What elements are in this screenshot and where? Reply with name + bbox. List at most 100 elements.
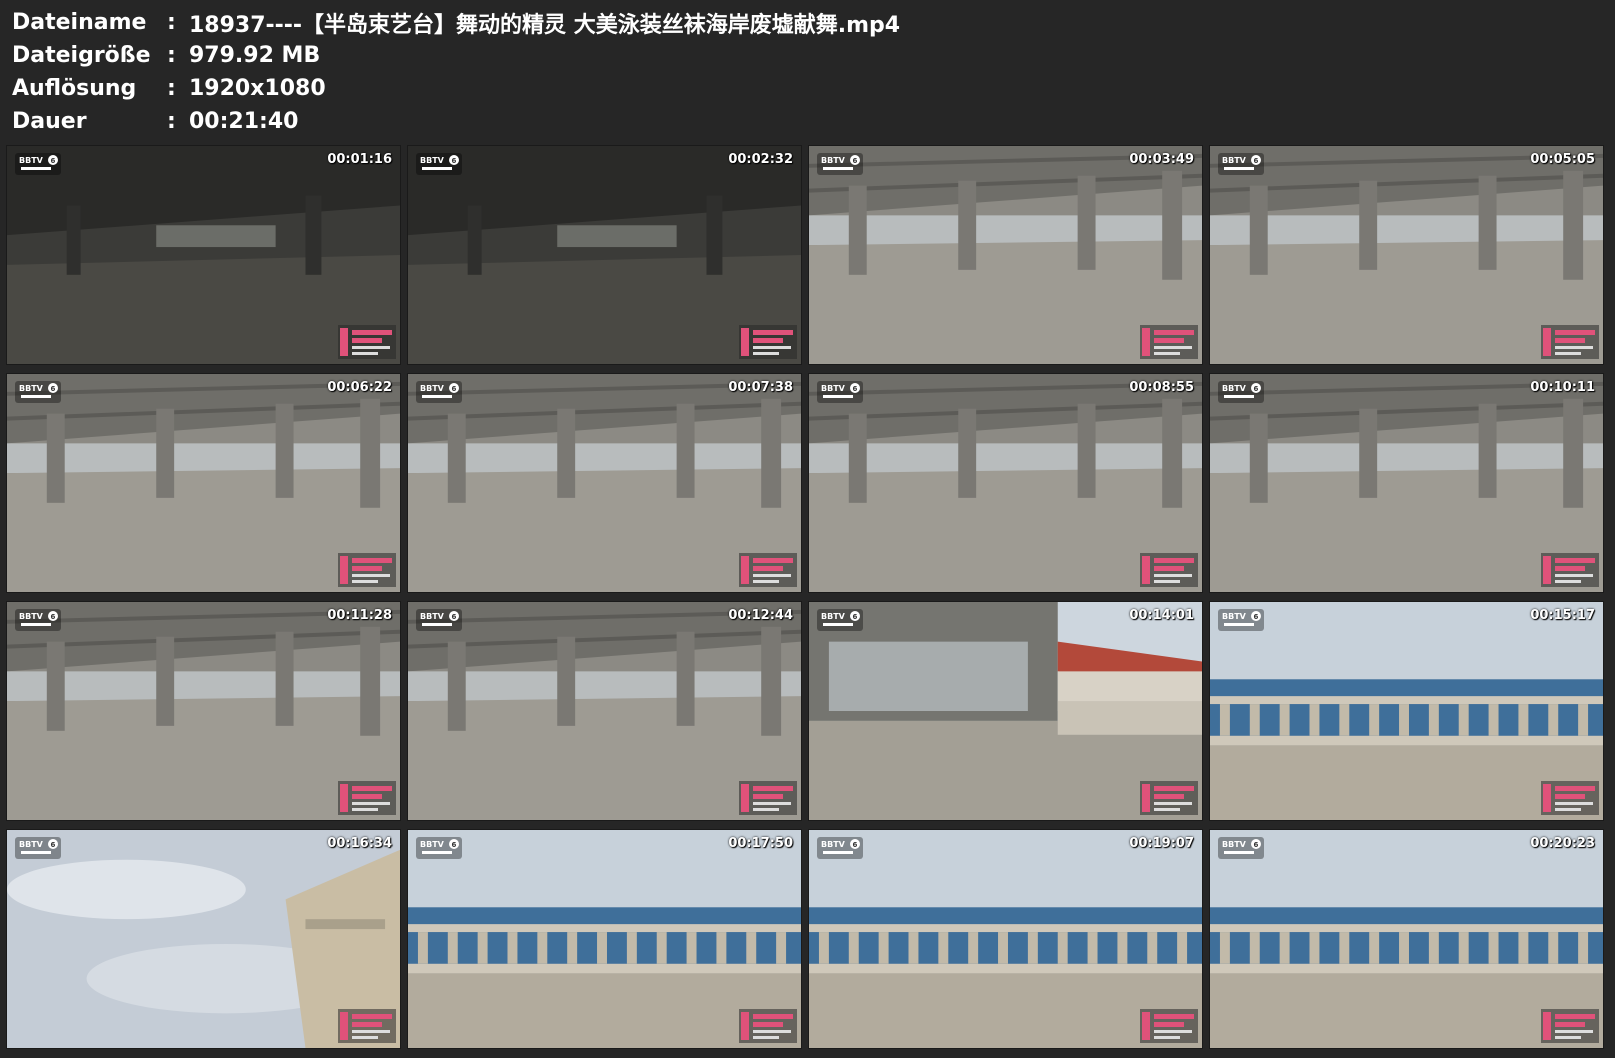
channel-logo-icon: BBTV 6 xyxy=(416,381,462,403)
info-separator: : xyxy=(167,109,176,134)
channel-logo-icon: BBTV 6 xyxy=(15,609,61,631)
video-thumbnail: BBTV 6 00:10:11 xyxy=(1209,373,1604,593)
channel-logo-icon: BBTV 6 xyxy=(817,609,863,631)
studio-watermark-icon xyxy=(739,1009,797,1043)
video-thumbnail: BBTV 6 00:07:38 xyxy=(407,373,802,593)
thumbnail-timestamp: 00:19:07 xyxy=(1129,836,1194,851)
file-info-row-resolution: Auflösung : 1920x1080 xyxy=(12,72,1602,105)
svg-text:BBTV: BBTV xyxy=(1222,384,1247,393)
info-value: 00:21:40 xyxy=(189,109,299,134)
file-info-panel: Dateiname : 18937----【半岛束艺台】舞动的精灵 大美泳装丝袜… xyxy=(12,6,1602,138)
svg-text:BBTV: BBTV xyxy=(420,384,445,393)
studio-watermark-icon xyxy=(338,553,396,587)
channel-logo-icon: BBTV 6 xyxy=(416,153,462,175)
svg-text:6: 6 xyxy=(452,385,457,393)
svg-text:BBTV: BBTV xyxy=(420,840,445,849)
video-thumbnail: BBTV 6 00:01:16 xyxy=(6,145,401,365)
video-thumbnail: BBTV 6 00:15:17 xyxy=(1209,601,1604,821)
channel-logo-icon: BBTV 6 xyxy=(1218,609,1264,631)
thumbnail-timestamp: 00:17:50 xyxy=(728,836,793,851)
svg-text:6: 6 xyxy=(51,157,56,165)
svg-text:BBTV: BBTV xyxy=(821,612,846,621)
channel-logo-icon: BBTV 6 xyxy=(416,609,462,631)
channel-logo-icon: BBTV 6 xyxy=(15,153,61,175)
svg-text:BBTV: BBTV xyxy=(19,612,44,621)
svg-text:BBTV: BBTV xyxy=(19,384,44,393)
info-separator: : xyxy=(167,43,176,68)
svg-text:BBTV: BBTV xyxy=(420,156,445,165)
file-info-row-duration: Dauer : 00:21:40 xyxy=(12,105,1602,138)
svg-text:6: 6 xyxy=(1254,841,1259,849)
svg-text:BBTV: BBTV xyxy=(1222,156,1247,165)
video-thumbnail: BBTV 6 00:06:22 xyxy=(6,373,401,593)
video-thumbnail: BBTV 6 00:14:01 xyxy=(808,601,1203,821)
channel-logo-icon: BBTV 6 xyxy=(817,837,863,859)
svg-text:BBTV: BBTV xyxy=(1222,612,1247,621)
video-thumbnail: BBTV 6 00:05:05 xyxy=(1209,145,1604,365)
svg-text:6: 6 xyxy=(51,613,56,621)
thumbnail-timestamp: 00:05:05 xyxy=(1530,152,1595,167)
studio-watermark-icon xyxy=(1140,325,1198,359)
channel-logo-icon: BBTV 6 xyxy=(15,837,61,859)
svg-text:6: 6 xyxy=(51,385,56,393)
video-thumbnail: BBTV 6 00:19:07 xyxy=(808,829,1203,1049)
studio-watermark-icon xyxy=(739,553,797,587)
studio-watermark-icon xyxy=(338,325,396,359)
studio-watermark-icon xyxy=(1541,325,1599,359)
video-thumbnail: BBTV 6 00:08:55 xyxy=(808,373,1203,593)
thumbnail-timestamp: 00:16:34 xyxy=(327,836,392,851)
studio-watermark-icon xyxy=(1140,553,1198,587)
info-separator: : xyxy=(167,76,176,101)
video-thumbnail: BBTV 6 00:11:28 xyxy=(6,601,401,821)
svg-text:6: 6 xyxy=(1254,157,1259,165)
thumbnail-timestamp: 00:06:22 xyxy=(327,380,392,395)
svg-text:6: 6 xyxy=(452,613,457,621)
thumbnail-timestamp: 00:03:49 xyxy=(1129,152,1194,167)
studio-watermark-icon xyxy=(739,325,797,359)
studio-watermark-icon xyxy=(338,1009,396,1043)
thumbnail-timestamp: 00:10:11 xyxy=(1530,380,1595,395)
svg-text:6: 6 xyxy=(1254,613,1259,621)
thumbnail-timestamp: 00:08:55 xyxy=(1129,380,1194,395)
video-thumbnail: BBTV 6 00:17:50 xyxy=(407,829,802,1049)
thumbnail-timestamp: 00:15:17 xyxy=(1530,608,1595,623)
file-info-row-filename: Dateiname : 18937----【半岛束艺台】舞动的精灵 大美泳装丝袜… xyxy=(12,6,1602,39)
channel-logo-icon: BBTV 6 xyxy=(1218,837,1264,859)
thumbnail-timestamp: 00:20:23 xyxy=(1530,836,1595,851)
svg-text:6: 6 xyxy=(853,613,858,621)
info-separator: : xyxy=(167,10,176,35)
video-thumbnail: BBTV 6 00:03:49 xyxy=(808,145,1203,365)
svg-text:6: 6 xyxy=(452,841,457,849)
studio-watermark-icon xyxy=(1140,781,1198,815)
channel-logo-icon: BBTV 6 xyxy=(1218,381,1264,403)
channel-logo-icon: BBTV 6 xyxy=(1218,153,1264,175)
studio-watermark-icon xyxy=(338,781,396,815)
svg-text:BBTV: BBTV xyxy=(420,612,445,621)
channel-logo-icon: BBTV 6 xyxy=(15,381,61,403)
studio-watermark-icon xyxy=(1541,1009,1599,1043)
svg-text:6: 6 xyxy=(853,385,858,393)
video-thumbnail: BBTV 6 00:20:23 xyxy=(1209,829,1604,1049)
thumbnail-timestamp: 00:11:28 xyxy=(327,608,392,623)
info-value: 1920x1080 xyxy=(189,76,326,101)
thumbnail-timestamp: 00:12:44 xyxy=(728,608,793,623)
info-label: Dateigröße xyxy=(12,43,151,68)
studio-watermark-icon xyxy=(1541,553,1599,587)
svg-text:BBTV: BBTV xyxy=(1222,840,1247,849)
video-thumbnail: BBTV 6 00:02:32 xyxy=(407,145,802,365)
thumbnail-timestamp: 00:07:38 xyxy=(728,380,793,395)
video-thumbnail: BBTV 6 00:16:34 xyxy=(6,829,401,1049)
thumbnail-timestamp: 00:14:01 xyxy=(1129,608,1194,623)
svg-text:6: 6 xyxy=(452,157,457,165)
svg-text:6: 6 xyxy=(51,841,56,849)
svg-text:6: 6 xyxy=(1254,385,1259,393)
studio-watermark-icon xyxy=(739,781,797,815)
thumbnail-grid: BBTV 6 00:01:16 BBTV 6 00:02:32 BBTV 6 00:03:49 B… xyxy=(6,145,1610,1053)
studio-watermark-icon xyxy=(1541,781,1599,815)
file-info-row-filesize: Dateigröße : 979.92 MB xyxy=(12,39,1602,72)
info-label: Auflösung xyxy=(12,76,137,101)
svg-text:6: 6 xyxy=(853,157,858,165)
svg-text:BBTV: BBTV xyxy=(821,384,846,393)
svg-text:BBTV: BBTV xyxy=(19,156,44,165)
svg-text:BBTV: BBTV xyxy=(821,840,846,849)
